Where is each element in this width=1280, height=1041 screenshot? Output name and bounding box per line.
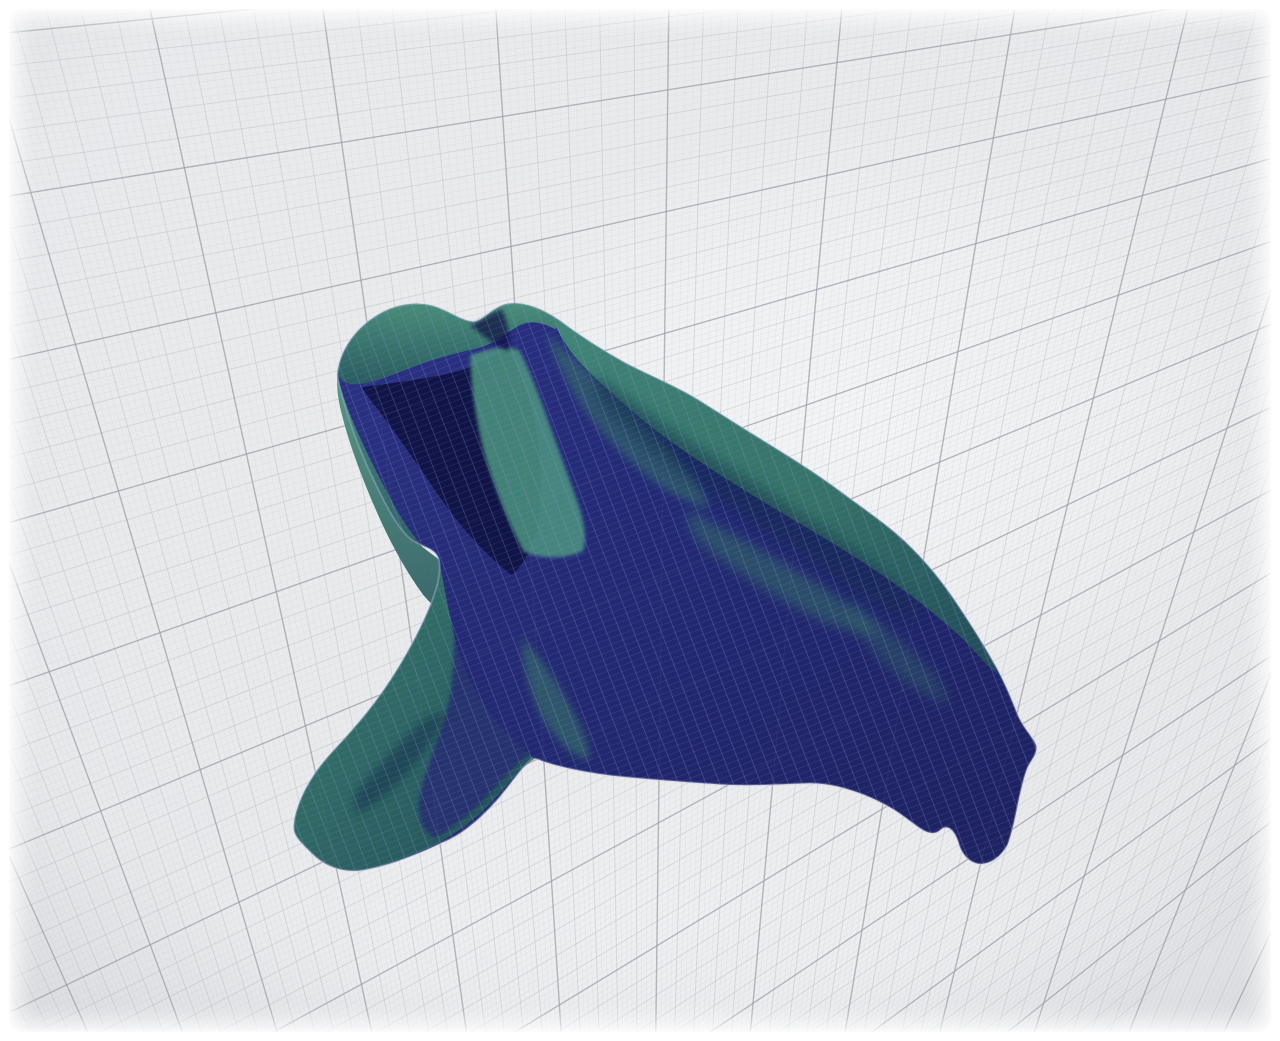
screenshot-frame [0,0,1280,1041]
scene-canvas[interactable] [9,9,1271,1032]
vignette [9,9,1271,1032]
viewport-3d[interactable] [9,9,1271,1032]
